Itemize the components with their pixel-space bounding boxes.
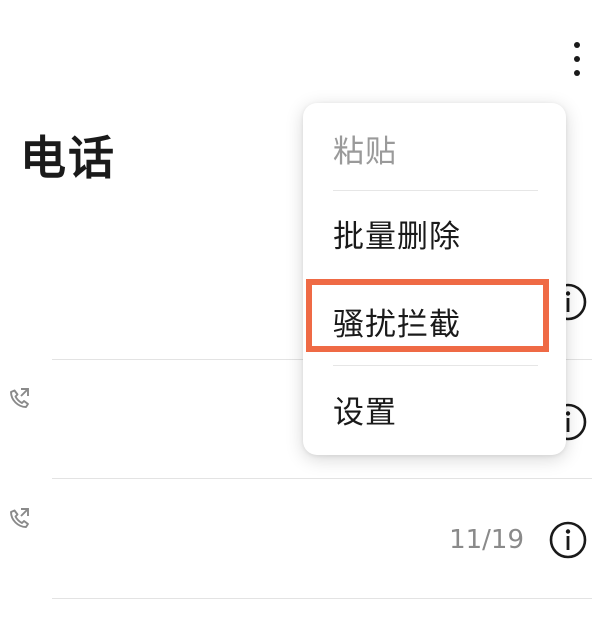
list-divider — [52, 478, 592, 479]
more-vertical-icon — [574, 42, 580, 48]
menu-item-spam-blocking[interactable]: 骚扰拦截 — [333, 303, 461, 347]
info-button[interactable] — [548, 520, 588, 560]
menu-divider — [333, 190, 538, 191]
page-title: 电话 — [20, 131, 116, 185]
more-options-button[interactable] — [562, 40, 592, 78]
menu-item-batch-delete[interactable]: 批量删除 — [333, 215, 461, 259]
list-divider — [52, 598, 592, 599]
call-date: 11/19 — [449, 525, 524, 555]
menu-divider — [333, 365, 538, 366]
menu-item-settings[interactable]: 设置 — [333, 391, 397, 435]
info-icon — [549, 521, 587, 559]
outgoing-call-icon — [10, 388, 29, 408]
outgoing-call-icon — [10, 508, 29, 528]
more-vertical-icon — [574, 56, 580, 62]
more-vertical-icon — [574, 70, 580, 76]
overflow-menu: 粘贴 批量删除 骚扰拦截 设置 — [303, 103, 566, 455]
menu-item-paste[interactable]: 粘贴 — [333, 130, 397, 174]
